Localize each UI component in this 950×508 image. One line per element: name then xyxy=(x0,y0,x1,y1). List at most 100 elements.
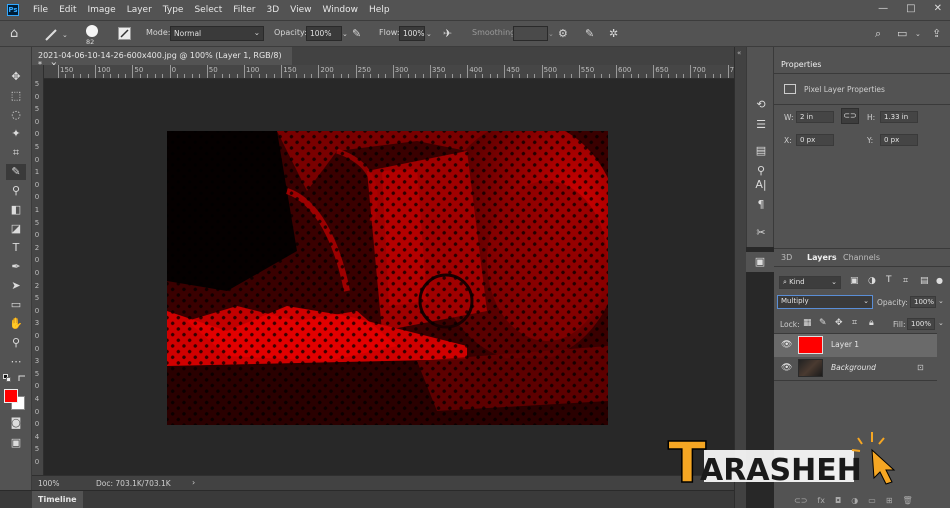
menu-filter[interactable]: Filter xyxy=(233,5,255,15)
chevron-down-icon[interactable]: ⌄ xyxy=(342,29,348,40)
pressure-size-icon[interactable]: ✎ xyxy=(585,28,594,39)
lock-all-icon[interactable]: 🔒︎ xyxy=(869,318,874,328)
screen-mode-icon[interactable]: ▣ xyxy=(6,435,26,451)
chevron-down-icon[interactable]: ⌄ xyxy=(426,29,432,40)
chevron-down-icon[interactable]: ⌄ xyxy=(62,30,68,41)
history-icon[interactable]: ⟲ xyxy=(751,97,771,113)
tab-channels[interactable]: Channels xyxy=(836,249,887,266)
shape-tool-icon[interactable]: ▭ xyxy=(6,297,26,313)
brush-preset-icon[interactable] xyxy=(84,23,100,39)
y-input[interactable]: 0 px xyxy=(880,134,918,146)
menu-window[interactable]: Window xyxy=(323,5,359,15)
tab-properties[interactable]: Properties xyxy=(774,56,829,73)
navigator-icon[interactable]: ▣ xyxy=(750,254,770,270)
stamp-tool-icon[interactable]: ⚲ xyxy=(6,183,26,199)
tab-3d[interactable]: 3D xyxy=(774,249,799,266)
gradient-tool-icon[interactable]: ◪ xyxy=(6,221,26,237)
menu-3d[interactable]: 3D xyxy=(267,5,280,15)
symmetry-icon[interactable]: ✲ xyxy=(609,28,618,39)
chevron-down-icon[interactable]: ⌄ xyxy=(938,297,944,305)
gear-icon[interactable]: ⚙ xyxy=(558,28,568,39)
visibility-eye-icon[interactable]: 👁︎ xyxy=(781,363,793,373)
move-tool-icon[interactable]: ✥ xyxy=(6,69,26,85)
swatches-icon[interactable]: ▤ xyxy=(751,143,771,159)
width-input[interactable]: 2 in xyxy=(796,111,834,123)
chevron-down-icon[interactable]: ⌄ xyxy=(915,29,921,40)
pressure-opacity-icon[interactable]: ✎ xyxy=(352,28,361,39)
menu-file[interactable]: File xyxy=(33,5,48,15)
mask-icon[interactable]: ◘ xyxy=(835,496,841,508)
layer-opacity-input[interactable]: 100% xyxy=(910,296,936,308)
document-image[interactable] xyxy=(167,131,608,425)
brush-tool-icon[interactable]: ✎ xyxy=(6,164,26,180)
home-icon[interactable]: ⌂ xyxy=(10,27,18,40)
default-colors-icon[interactable] xyxy=(3,374,11,382)
airbrush-icon[interactable]: ✈ xyxy=(443,28,452,39)
vertical-ruler[interactable]: 5 0 5 0 0 5 0 1 0 0 1 5 0 2 0 0 2 5 0 3 0 0 3 5 0 4 0 0 4 5 0 xyxy=(32,65,44,475)
horizontal-ruler[interactable]: 150 100 50 0 50 100 150 200 250 300 350 400 450 500 55… xyxy=(44,65,734,79)
lock-transparent-icon[interactable]: ▦ xyxy=(803,318,812,328)
pen-tool-icon[interactable]: ✒ xyxy=(6,259,26,275)
lasso-tool-icon[interactable]: ◌ xyxy=(6,107,26,123)
layer-row-layer1[interactable]: 👁︎ Layer 1 xyxy=(774,334,937,357)
eraser-tool-icon[interactable]: ◧ xyxy=(6,202,26,218)
chevron-right-icon[interactable]: › xyxy=(192,478,195,487)
tools-preset-icon[interactable]: ✂ xyxy=(751,225,771,241)
menu-view[interactable]: View xyxy=(290,5,311,15)
hand-tool-icon[interactable]: ✋ xyxy=(6,316,26,332)
close-window-button[interactable]: ✕ xyxy=(934,3,942,14)
group-icon[interactable]: ▭ xyxy=(868,496,876,508)
layer-name[interactable]: Background xyxy=(831,363,876,372)
timeline-tab[interactable]: Timeline xyxy=(32,491,83,508)
canvas-area[interactable] xyxy=(44,79,734,475)
lock-artboard-icon[interactable]: ⌗ xyxy=(852,318,857,328)
collapse-icon[interactable]: « xyxy=(737,49,741,57)
menu-layer[interactable]: Layer xyxy=(127,5,152,15)
layer-filter-select[interactable]: ⌕ Kind ⌄ xyxy=(779,276,841,289)
link-icon[interactable]: ⊂⊃ xyxy=(841,108,859,124)
fx-icon[interactable]: fx xyxy=(817,496,825,508)
adjustments-icon[interactable]: ☰ xyxy=(751,117,771,133)
menu-type[interactable]: Type xyxy=(163,5,184,15)
maximize-button[interactable]: □ xyxy=(906,3,915,14)
trash-icon[interactable]: 🗑︎ xyxy=(903,496,913,508)
adjustment-layer-icon[interactable]: ◑ xyxy=(851,496,858,508)
opacity-input[interactable]: 100% xyxy=(306,26,342,41)
visibility-eye-icon[interactable]: 👁︎ xyxy=(781,340,793,350)
menu-image[interactable]: Image xyxy=(88,5,116,15)
search-icon[interactable]: ⌕ xyxy=(875,28,881,39)
filter-toggle-icon[interactable]: ● xyxy=(936,276,943,285)
chevron-down-icon[interactable]: ⌄ xyxy=(938,319,944,327)
swap-colors-icon[interactable] xyxy=(18,374,27,383)
paragraph-icon[interactable]: ¶ xyxy=(751,197,771,213)
smoothing-input[interactable] xyxy=(513,26,548,41)
foreground-color-swatch[interactable] xyxy=(4,389,18,403)
height-input[interactable]: 1.33 in xyxy=(880,111,918,123)
more-tools-icon[interactable]: ⋯ xyxy=(6,354,26,370)
share-icon[interactable]: ⇪ xyxy=(932,28,941,39)
menu-help[interactable]: Help xyxy=(369,5,390,15)
character-icon[interactable]: A| xyxy=(751,177,771,193)
mode-select[interactable]: Normal ⌄ xyxy=(170,26,264,41)
x-input[interactable]: 0 px xyxy=(796,134,834,146)
layer-row-background[interactable]: 👁︎ Background ⊡ xyxy=(774,357,937,380)
marquee-tool-icon[interactable]: ⬚ xyxy=(6,88,26,104)
filter-adjustment-icon[interactable]: ◑ xyxy=(868,276,876,286)
crop-tool-icon[interactable]: ⌗ xyxy=(6,145,26,161)
quick-select-icon[interactable]: ✦ xyxy=(6,126,26,142)
brush-tool-icon[interactable] xyxy=(44,28,58,41)
lock-position-icon[interactable]: ✥ xyxy=(835,318,843,328)
link-layers-icon[interactable]: ⊂⊃ xyxy=(794,496,807,508)
chevron-down-icon[interactable]: ⌄ xyxy=(548,29,554,40)
blend-mode-select[interactable]: Multiply ⌄ xyxy=(777,295,873,309)
new-layer-icon[interactable]: ⊞ xyxy=(886,496,893,508)
filter-type-icon[interactable]: T xyxy=(886,275,892,285)
quick-mask-icon[interactable]: ◙ xyxy=(6,415,26,431)
fill-input[interactable]: 100% xyxy=(907,318,935,330)
photoshop-logo-icon[interactable]: Ps xyxy=(7,4,19,16)
menu-edit[interactable]: Edit xyxy=(59,5,76,15)
minimize-button[interactable]: — xyxy=(878,3,888,14)
path-select-icon[interactable]: ➤ xyxy=(6,278,26,294)
lock-pixels-icon[interactable]: ✎ xyxy=(819,318,827,328)
document-tab[interactable]: 2021-04-06-10-14-26-600x400.jpg @ 100% (… xyxy=(32,47,292,69)
